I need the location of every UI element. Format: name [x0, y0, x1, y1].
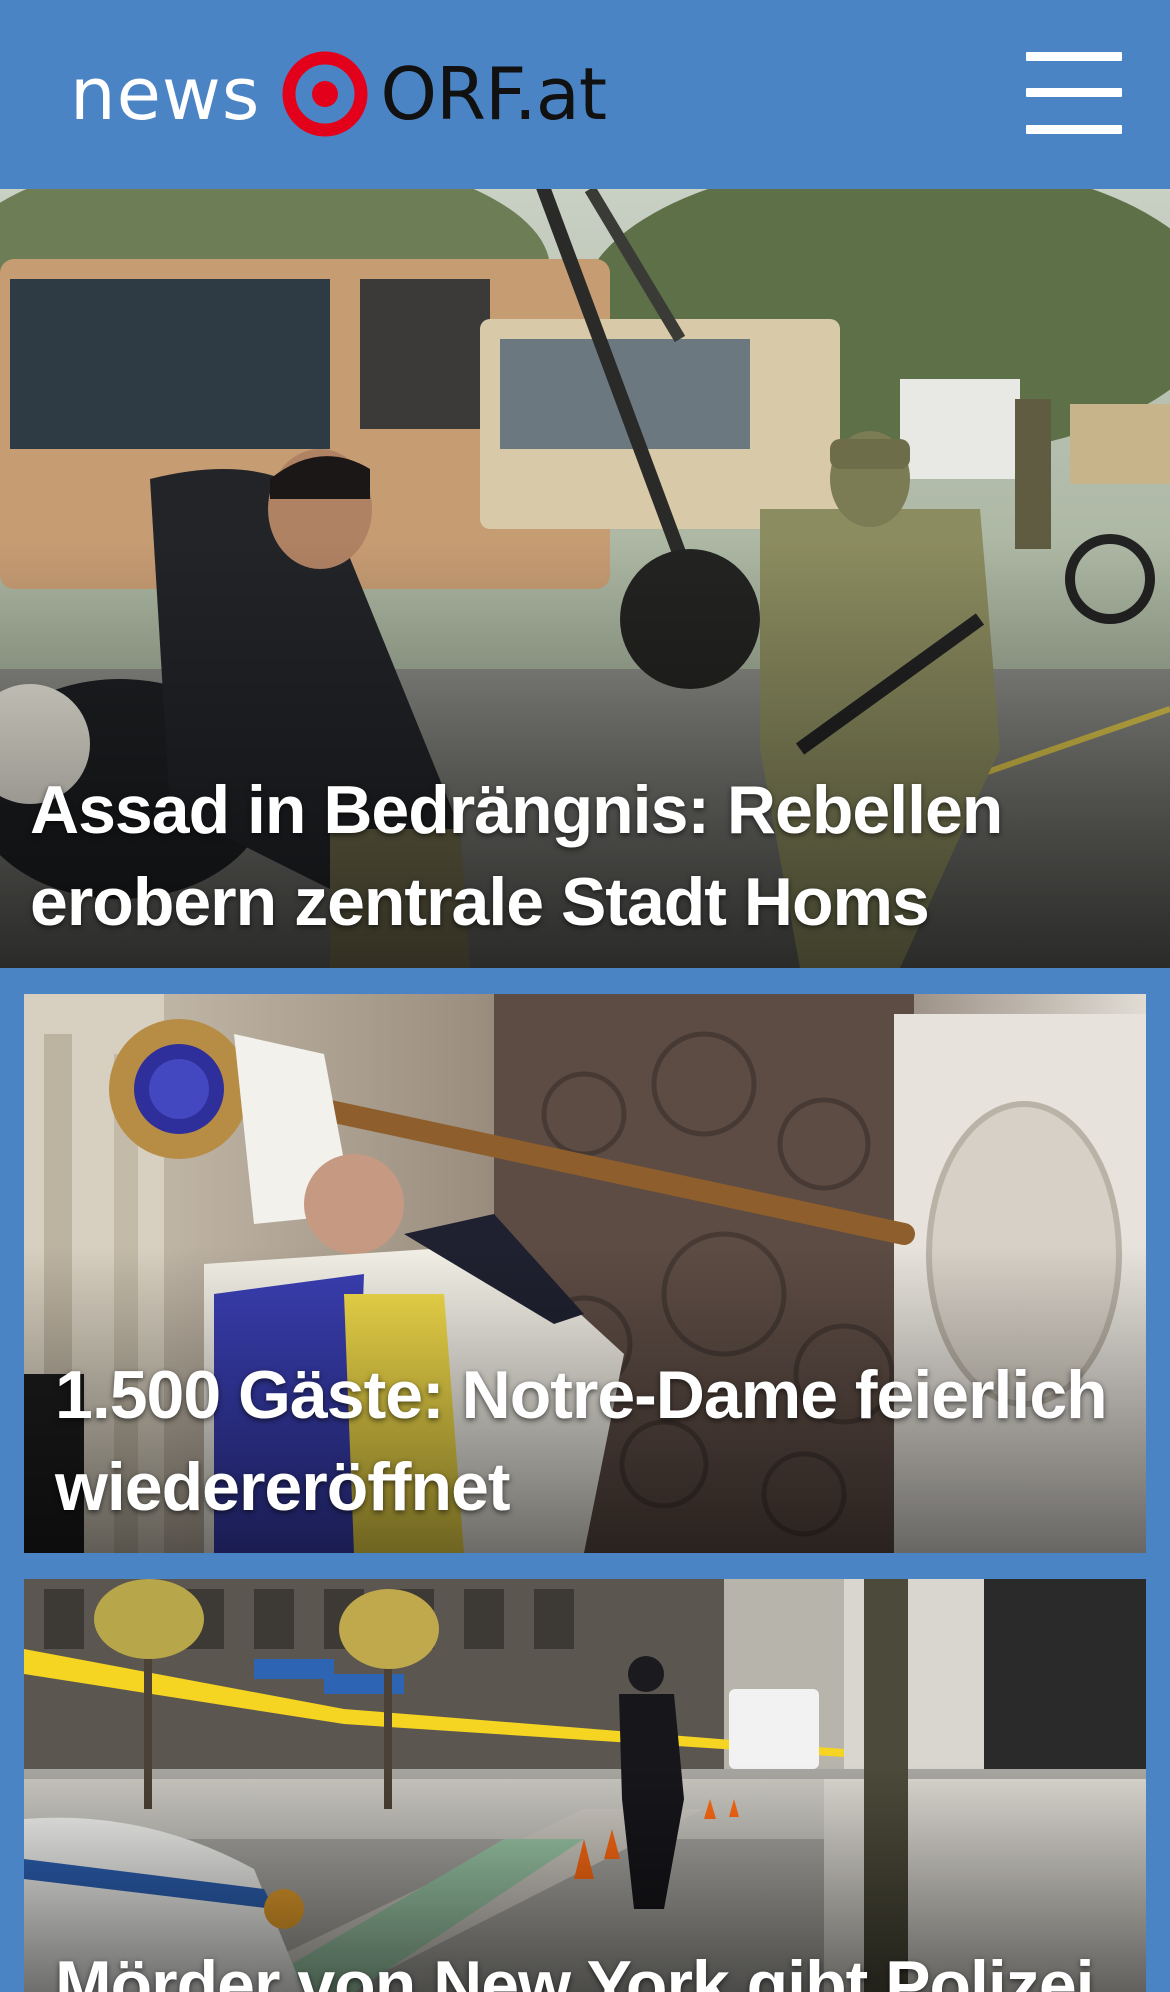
story-headline[interactable]: Mörder von New York gibt Polizei [55, 1939, 1125, 1992]
hamburger-menu-icon[interactable] [1026, 52, 1122, 134]
story-headline[interactable]: Assad in Bedrängnis: Rebellen erobern ze… [30, 764, 1130, 948]
site-header: news ORF.at [0, 0, 1170, 189]
story-card-new-york[interactable]: Mörder von New York gibt Polizei [24, 1579, 1146, 1992]
logo-news-text: news [70, 52, 261, 136]
logo-orf-text: ORF.at [380, 52, 607, 136]
orf-eye-icon [282, 51, 368, 137]
site-logo[interactable]: news ORF.at [70, 46, 607, 142]
story-card-syria[interactable]: Assad in Bedrängnis: Rebellen erobern ze… [0, 189, 1170, 968]
story-headline[interactable]: 1.500 Gäste: Notre-Dame feierlich wieder… [55, 1349, 1125, 1533]
story-card-notre-dame[interactable]: 1.500 Gäste: Notre-Dame feierlich wieder… [24, 994, 1146, 1553]
